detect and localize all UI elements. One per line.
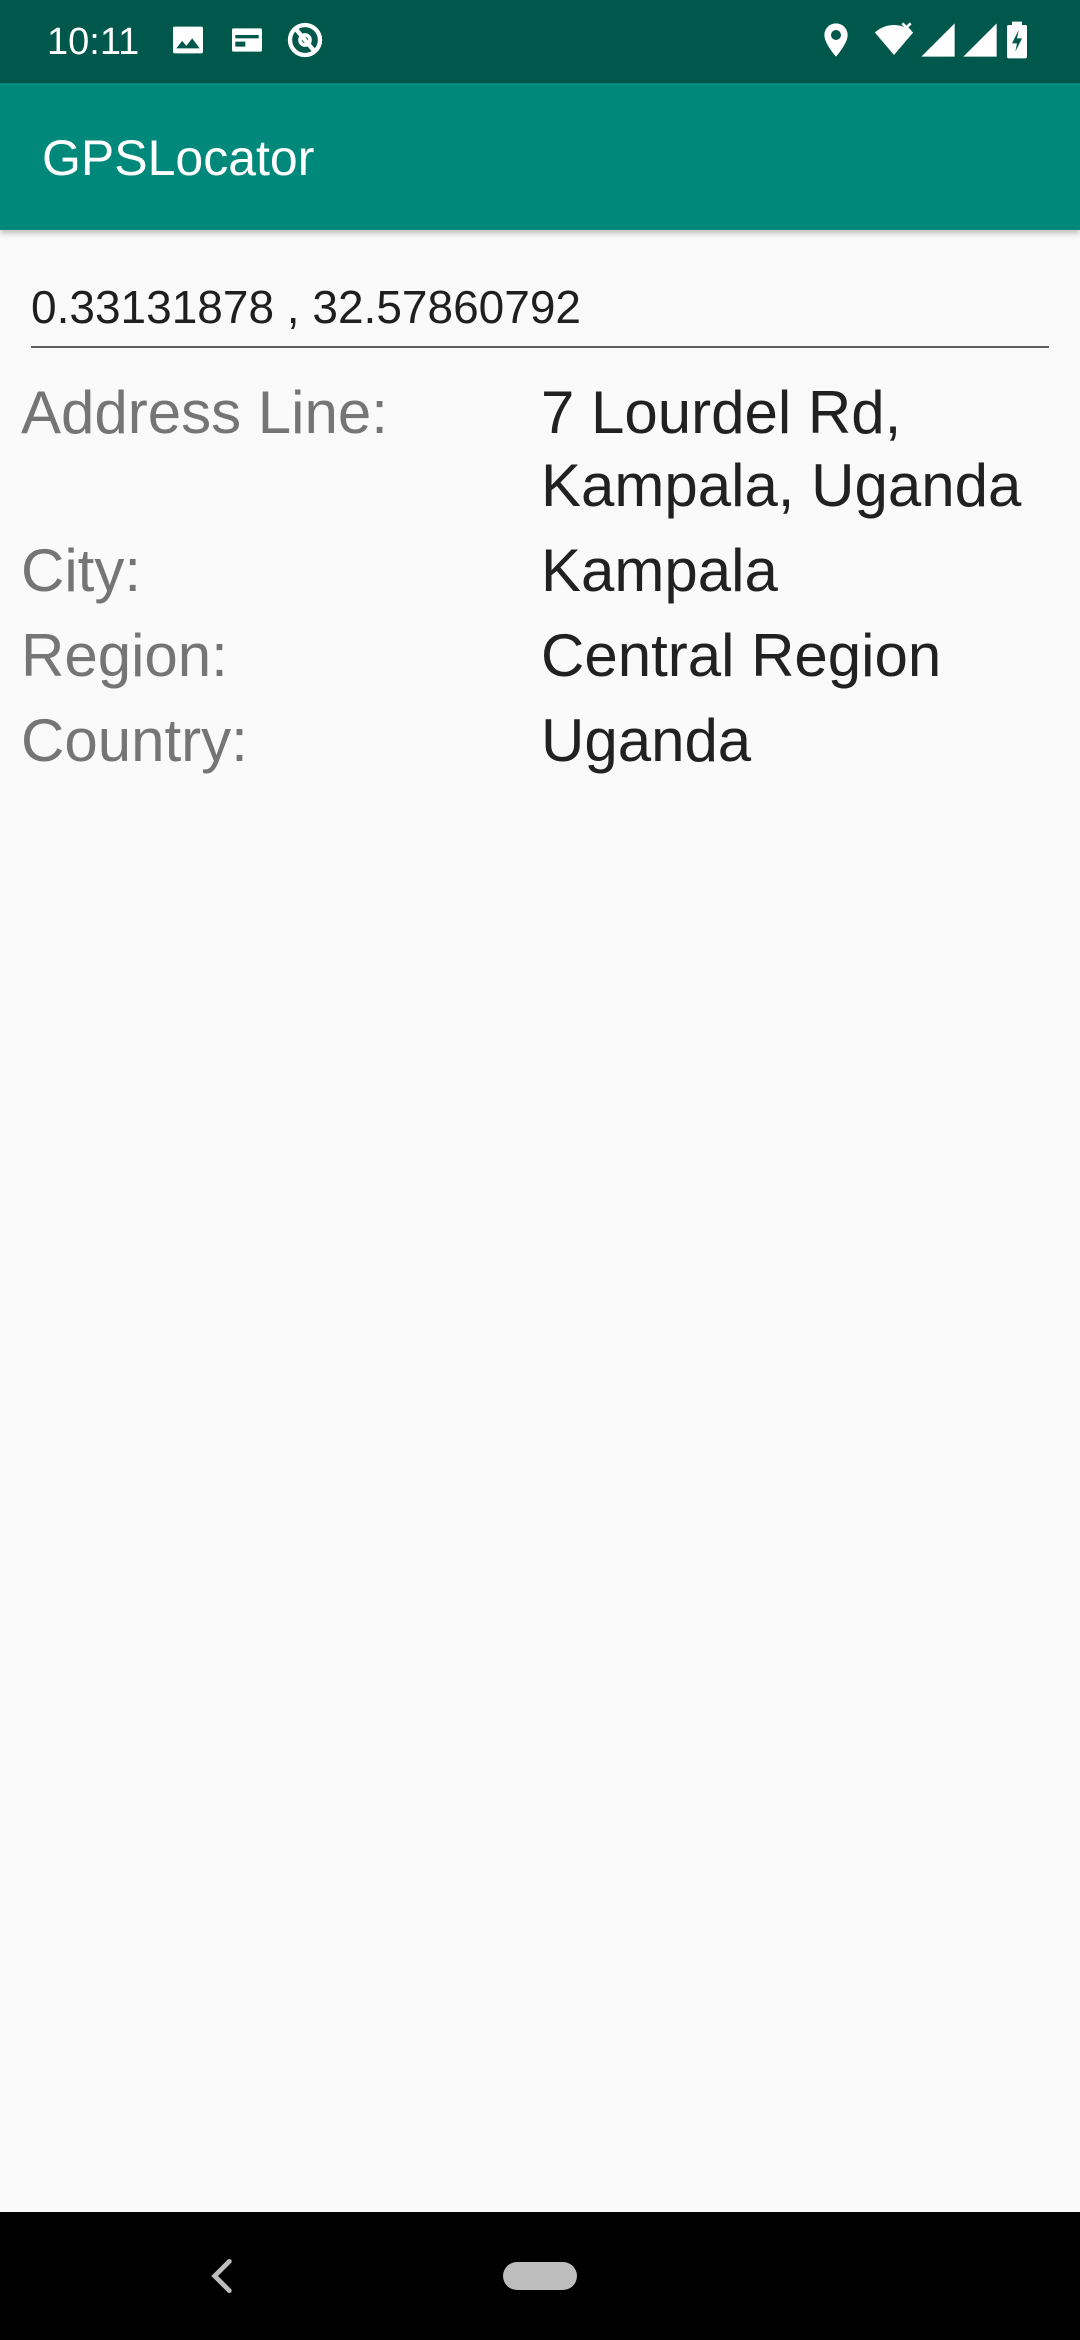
image-icon xyxy=(168,20,208,60)
coordinates-input[interactable] xyxy=(31,270,1049,344)
city-row: City: Kampala xyxy=(21,534,1061,619)
coordinates-field xyxy=(31,270,1049,348)
country-value: Uganda xyxy=(541,707,752,774)
home-pill-button[interactable] xyxy=(503,2262,577,2290)
location-pin-icon xyxy=(816,20,856,60)
navigation-bar xyxy=(0,2212,1080,2340)
address-label: Address Line: xyxy=(21,379,388,446)
battery-charging-icon xyxy=(1002,20,1032,60)
country-row: Country: Uganda xyxy=(21,704,1061,789)
back-icon[interactable] xyxy=(202,2254,242,2298)
region-row: Region: Central Region xyxy=(21,619,1061,704)
region-value: Central Region xyxy=(541,622,942,689)
screen: 10:11 GPSLocator 0.33131878 , 32.5786079… xyxy=(0,0,1080,2340)
country-label: Country: xyxy=(21,707,248,774)
location-details: Address Line: 7 Lourdel Rd, Kampala, Uga… xyxy=(21,376,1061,789)
region-label: Region: xyxy=(21,622,228,689)
status-time: 10:11 xyxy=(47,21,140,63)
app-bar: GPSLocator xyxy=(0,83,1080,230)
address-value: 7 Lourdel Rd, Kampala, Uganda xyxy=(541,379,1022,519)
city-label: City: xyxy=(21,537,141,604)
status-bar: 10:11 xyxy=(0,0,1080,83)
address-row: Address Line: 7 Lourdel Rd, Kampala, Uga… xyxy=(21,376,1061,534)
signal-icon xyxy=(918,20,958,60)
wifi-icon xyxy=(870,20,918,60)
sim-card-icon xyxy=(227,20,267,60)
signal-icon xyxy=(960,20,1000,60)
app-title: GPSLocator xyxy=(42,130,315,186)
at-sign-icon xyxy=(285,20,325,60)
city-value: Kampala xyxy=(541,537,778,604)
